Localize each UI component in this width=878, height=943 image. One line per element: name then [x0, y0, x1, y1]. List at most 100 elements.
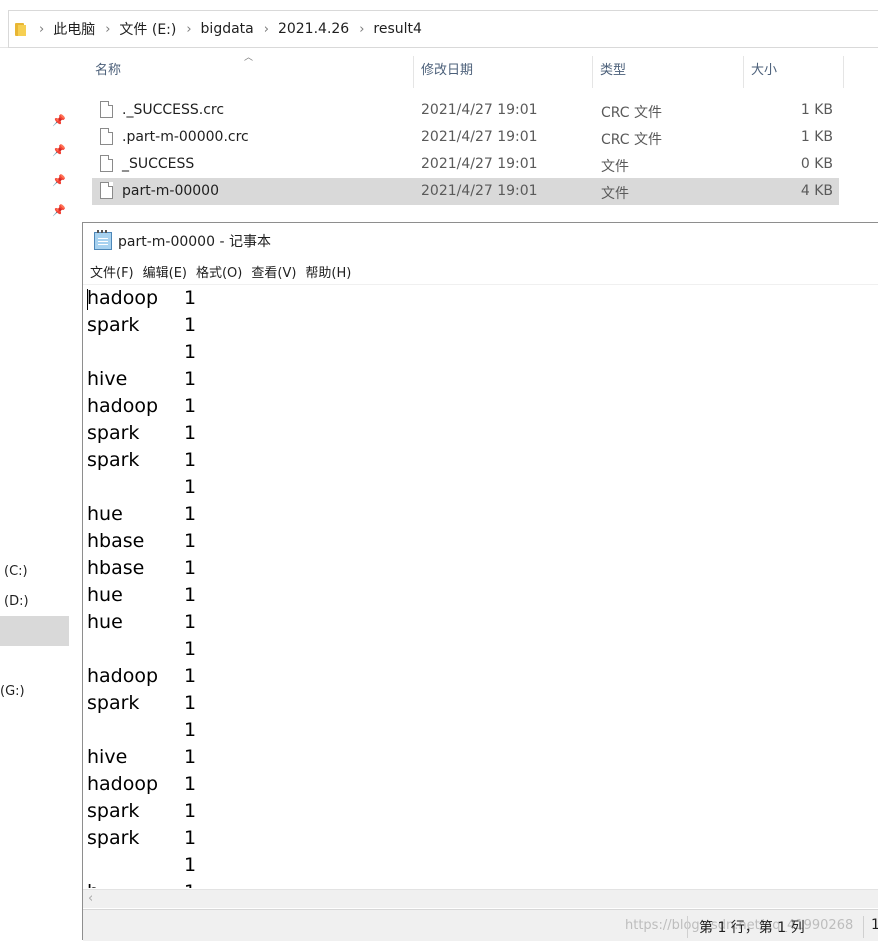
horizontal-scrollbar[interactable]: ‹: [83, 889, 878, 908]
nav-drive-g[interactable]: (G:): [0, 684, 25, 699]
file-icon: [100, 101, 113, 118]
pin-icon[interactable]: 📌: [52, 144, 66, 158]
chevron-right-icon[interactable]: ›: [264, 22, 269, 37]
line-count: 1: [184, 530, 197, 552]
file-name: _SUCCESS: [122, 156, 195, 172]
file-row[interactable]: ._SUCCESS.crc 2021/4/27 19:01 CRC 文件 1 K…: [92, 97, 839, 124]
line-word: hue: [87, 611, 123, 633]
line-count: 1: [184, 854, 197, 876]
line-word: spark: [87, 422, 140, 444]
chevron-right-icon[interactable]: ›: [105, 22, 110, 37]
breadcrumb-result4[interactable]: result4: [373, 21, 422, 37]
line-count: 1: [184, 557, 197, 579]
line-count: 1: [184, 881, 196, 888]
line-word: hadoop: [87, 665, 159, 687]
file-row[interactable]: _SUCCESS 2021/4/27 19:01 文件 0 KB: [92, 151, 839, 178]
address-bar: › 此电脑 › 文件 (E:) › bigdata › 2021.4.26 › …: [0, 0, 878, 48]
file-date: 2021/4/27 19:01: [421, 129, 538, 145]
column-divider[interactable]: [592, 56, 593, 88]
line-word: hbase: [87, 557, 145, 579]
breadcrumb-date-folder[interactable]: 2021.4.26: [278, 21, 349, 37]
line-count: 1: [184, 773, 197, 795]
pin-icon[interactable]: 📌: [52, 204, 66, 218]
menu-file[interactable]: 文件(F): [90, 262, 134, 281]
line-count: 1: [184, 665, 197, 687]
line-count: 1: [184, 719, 197, 741]
column-divider[interactable]: [743, 56, 744, 88]
file-date: 2021/4/27 19:01: [421, 102, 538, 118]
menu-view[interactable]: 查看(V): [251, 262, 296, 281]
status-extra: 1: [871, 917, 878, 933]
file-name: .part-m-00000.crc: [122, 129, 249, 145]
line-count: 1: [184, 395, 197, 417]
nav-selected-item[interactable]: [0, 616, 69, 646]
menu-help[interactable]: 帮助(H): [305, 262, 351, 281]
scroll-left-icon[interactable]: ‹: [88, 891, 93, 906]
file-row[interactable]: .part-m-00000.crc 2021/4/27 19:01 CRC 文件…: [92, 124, 839, 151]
column-header-size[interactable]: 大小: [751, 48, 841, 88]
line-count: 1: [184, 611, 197, 633]
notepad-icon: [94, 230, 112, 250]
file-date: 2021/4/27 19:01: [421, 156, 538, 172]
file-type: CRC 文件: [601, 132, 663, 148]
file-type: 文件: [601, 159, 629, 175]
nav-drive-c[interactable]: (C:): [4, 564, 28, 579]
address-box[interactable]: › 此电脑 › 文件 (E:) › bigdata › 2021.4.26 › …: [8, 10, 878, 48]
file-name: part-m-00000: [122, 183, 219, 199]
line-word: hadoop: [87, 773, 159, 795]
line-count: 1: [184, 341, 197, 363]
line-count: 1: [184, 638, 197, 660]
column-header-type[interactable]: 类型: [600, 48, 740, 88]
file-name: ._SUCCESS.crc: [122, 102, 225, 118]
text-area[interactable]: hadoop 1 spark 1 1 hive 1 hadoop 1 spark 1 spark 1 1 h…: [87, 286, 877, 888]
line-count: 1: [184, 584, 197, 606]
notepad-window: part-m-00000 - 记事本 文件(F) 编辑(E) 格式(O) 查看(…: [82, 222, 878, 941]
menu-bar: 文件(F) 编辑(E) 格式(O) 查看(V) 帮助(H): [83, 259, 878, 285]
file-size: 4 KB: [800, 183, 833, 199]
menu-edit[interactable]: 编辑(E): [143, 262, 187, 281]
line-word: spark: [87, 314, 140, 336]
file-icon: [100, 128, 113, 145]
breadcrumb-drive-e[interactable]: 文件 (E:): [119, 19, 176, 39]
pin-icon[interactable]: 📌: [52, 174, 66, 188]
file-row-selected[interactable]: part-m-00000 2021/4/27 19:01 文件 4 KB: [92, 178, 839, 205]
column-header-name[interactable]: 名称: [95, 48, 413, 88]
file-list: ︿ 名称 修改日期 类型 大小 ._SUCCESS.crc 2021/4/27 …: [72, 48, 878, 223]
line-word: spark: [87, 692, 140, 714]
status-divider: [687, 916, 688, 938]
line-word: hue: [87, 584, 123, 606]
chevron-right-icon[interactable]: ›: [186, 22, 191, 37]
notepad-title-bar[interactable]: part-m-00000 - 记事本: [83, 223, 878, 259]
pin-icon[interactable]: 📌: [52, 114, 66, 128]
nav-drive-d[interactable]: (D:): [4, 594, 29, 609]
chevron-right-icon[interactable]: ›: [359, 22, 364, 37]
line-word: hive: [87, 746, 128, 768]
line-count: 1: [184, 503, 197, 525]
status-divider: [863, 916, 864, 938]
line-count: 1: [184, 827, 197, 849]
column-header-date[interactable]: 修改日期: [421, 48, 591, 88]
notepad-title: part-m-00000 - 记事本: [118, 234, 271, 250]
line-word: hadoop: [87, 395, 159, 417]
breadcrumb-this-pc[interactable]: 此电脑: [53, 19, 95, 39]
line-count: 1: [184, 800, 197, 822]
line-word: hadoop: [87, 287, 159, 309]
file-type: CRC 文件: [601, 105, 663, 121]
file-size: 0 KB: [800, 156, 833, 172]
breadcrumb-bigdata[interactable]: bigdata: [201, 21, 254, 37]
line-count: 1: [184, 287, 197, 309]
line-word: hbase: [87, 530, 145, 552]
status-bar: https://blog.csdn.net/qq_41990268 第 1 行，…: [83, 909, 878, 941]
file-date: 2021/4/27 19:01: [421, 183, 538, 199]
folder-icon: [15, 21, 29, 37]
column-divider[interactable]: [413, 56, 414, 88]
file-icon: [100, 155, 113, 172]
navigation-pane: 📌 📌 📌 📌 (C:) (D:) (G:): [0, 48, 72, 943]
file-size: 1 KB: [800, 129, 833, 145]
file-size: 1 KB: [800, 102, 833, 118]
menu-format[interactable]: 格式(O): [196, 262, 242, 281]
line-word: h: [87, 881, 99, 888]
column-divider[interactable]: [843, 56, 844, 88]
cursor-position: 第 1 行，第 1 列: [699, 920, 805, 936]
chevron-right-icon[interactable]: ›: [39, 22, 44, 37]
